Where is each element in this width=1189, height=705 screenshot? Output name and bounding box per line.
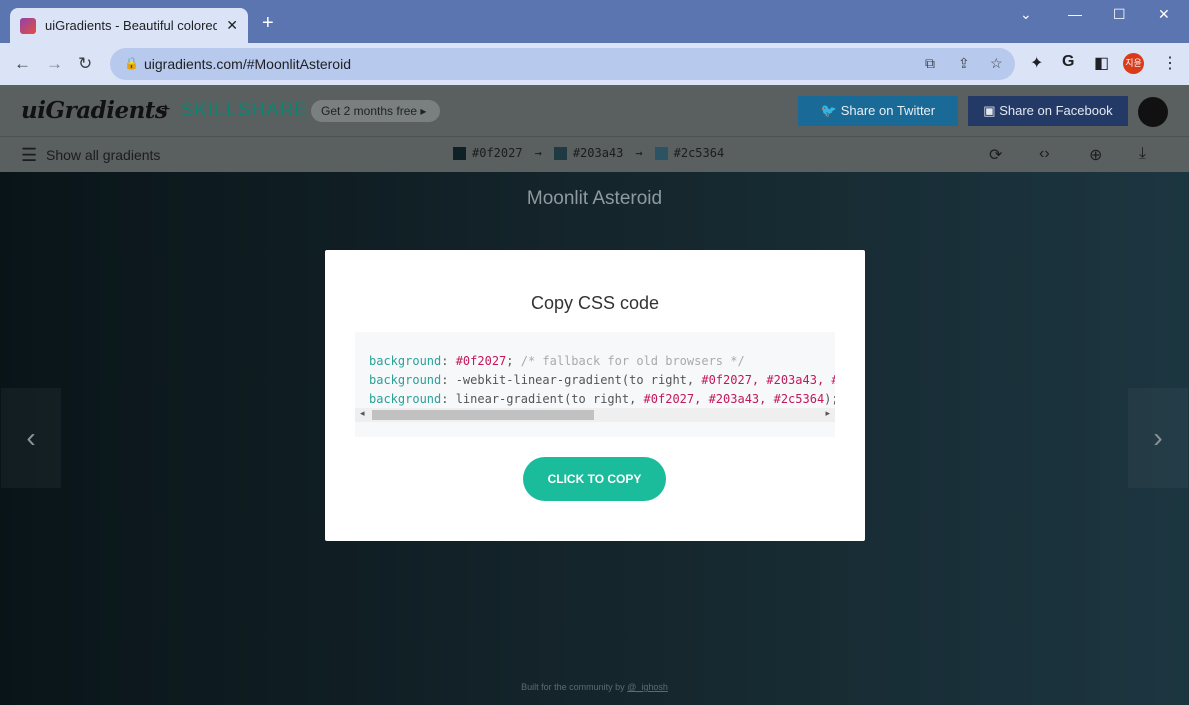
site-logo[interactable]: uiGradients bbox=[21, 97, 168, 124]
caret-right-icon: ▸ bbox=[420, 104, 427, 118]
chevron-down-icon[interactable]: ⌄ bbox=[1020, 6, 1032, 23]
download-icon[interactable]: ⤓ bbox=[1139, 145, 1146, 163]
color-swatch bbox=[553, 146, 567, 160]
color-swatch bbox=[654, 146, 668, 160]
share-icon[interactable]: ⇪ bbox=[958, 55, 970, 72]
click-to-copy-button[interactable]: CLICK TO COPY bbox=[523, 457, 666, 501]
arrow-icon: → bbox=[534, 146, 542, 160]
url-text[interactable]: uigradients.com/#MoonlitAsteroid bbox=[144, 56, 351, 72]
github-icon[interactable] bbox=[1138, 97, 1168, 127]
menu-dots-icon[interactable]: ⋮ bbox=[1162, 53, 1178, 73]
gradient-toolbar: ☰ Show all gradients #0f2027 → #203a43 →… bbox=[0, 137, 1189, 172]
scrollbar-thumb[interactable] bbox=[372, 410, 594, 420]
footer-text: Built for the community by bbox=[521, 682, 625, 692]
scroll-right-icon[interactable]: ▸ bbox=[825, 408, 830, 419]
color-swatch bbox=[453, 146, 466, 160]
scroll-left-icon[interactable]: ◂ bbox=[360, 408, 365, 419]
forward-icon[interactable]: → bbox=[46, 54, 63, 74]
bookmark-star-icon[interactable]: ☆ bbox=[990, 55, 1003, 72]
profile-avatar[interactable]: 지윤 bbox=[1123, 53, 1144, 74]
google-icon[interactable]: G bbox=[1062, 53, 1074, 71]
promo-badge[interactable]: Get 2 months free ▸ bbox=[311, 100, 441, 122]
chevron-left-icon: ‹ bbox=[26, 422, 36, 453]
css-code[interactable]: background: #0f2027; /* fallback for old… bbox=[369, 352, 835, 409]
site-header: uiGradients + SKILLSHARE Get 2 months fr… bbox=[0, 85, 1189, 137]
author-link[interactable]: @_ighosh bbox=[627, 682, 668, 692]
arrow-icon: → bbox=[635, 146, 643, 160]
lock-icon[interactable]: 🔒 bbox=[124, 56, 139, 70]
rotate-icon[interactable]: ⟳ bbox=[989, 145, 1002, 165]
horizontal-scrollbar[interactable]: ◂ ▸ bbox=[355, 408, 835, 422]
color-hex[interactable]: #0f2027 bbox=[472, 146, 523, 160]
add-gradient-icon[interactable]: ⊕ bbox=[1089, 145, 1102, 165]
footer-credit: Built for the community by @_ighosh bbox=[0, 682, 1189, 692]
color-hex[interactable]: #2c5364 bbox=[674, 146, 725, 160]
browser-toolbar: ← → ↻ 🔒 uigradients.com/#MoonlitAsteroid… bbox=[0, 43, 1189, 85]
browser-tab[interactable]: uiGradients - Beautiful colored gradient… bbox=[10, 8, 248, 43]
hamburger-icon[interactable]: ☰ bbox=[21, 145, 37, 166]
maximize-icon[interactable]: ☐ bbox=[1113, 6, 1126, 23]
minimize-icon[interactable]: — bbox=[1068, 6, 1082, 22]
extensions-icon[interactable]: ✦ bbox=[1030, 53, 1043, 73]
modal-title: Copy CSS code bbox=[530, 293, 660, 313]
copy-css-modal: Copy CSS code background: #0f2027; /* fa… bbox=[325, 250, 865, 541]
share-facebook-label: Share on Facebook bbox=[999, 103, 1113, 118]
translate-icon[interactable]: ⧉ bbox=[925, 55, 935, 72]
next-gradient-button[interactable]: › bbox=[1128, 388, 1188, 488]
facebook-icon: ▣ bbox=[983, 103, 996, 118]
close-tab-icon[interactable]: ✕ bbox=[226, 17, 238, 34]
show-all-gradients-link[interactable]: Show all gradients bbox=[46, 147, 160, 163]
tab-title: uiGradients - Beautiful colored gradient… bbox=[45, 18, 217, 33]
side-panel-icon[interactable]: ◧ bbox=[1094, 53, 1109, 73]
color-stops: #0f2027 → #203a43 → #2c5364 bbox=[453, 146, 724, 160]
promo-label: Get 2 months free bbox=[321, 104, 418, 118]
browser-tab-bar: uiGradients - Beautiful colored gradient… bbox=[0, 0, 1189, 43]
twitter-icon: 🐦 bbox=[820, 103, 838, 118]
new-tab-button[interactable]: + bbox=[262, 13, 274, 33]
prev-gradient-button[interactable]: ‹ bbox=[1, 388, 61, 488]
skillshare-logo[interactable]: SKILLSHARE bbox=[181, 100, 308, 122]
close-window-icon[interactable]: ✕ bbox=[1158, 6, 1170, 23]
chevron-right-icon: › bbox=[1153, 422, 1163, 453]
share-twitter-button[interactable]: 🐦 Share on Twitter bbox=[798, 96, 958, 126]
code-icon[interactable]: ‹› bbox=[1039, 145, 1050, 163]
back-icon[interactable]: ← bbox=[14, 54, 31, 74]
plus-sign: + bbox=[161, 101, 171, 118]
favicon-icon bbox=[20, 17, 36, 34]
share-facebook-button[interactable]: ▣ Share on Facebook bbox=[968, 96, 1128, 126]
address-bar[interactable]: 🔒 uigradients.com/#MoonlitAsteroid ⧉ ⇪ ☆ bbox=[110, 48, 1015, 80]
color-hex[interactable]: #203a43 bbox=[573, 146, 624, 160]
css-code-block[interactable]: background: #0f2027; /* fallback for old… bbox=[355, 332, 835, 437]
reload-icon[interactable]: ↻ bbox=[78, 54, 92, 74]
share-twitter-label: Share on Twitter bbox=[840, 103, 936, 118]
gradient-name: Moonlit Asteroid bbox=[526, 188, 663, 209]
